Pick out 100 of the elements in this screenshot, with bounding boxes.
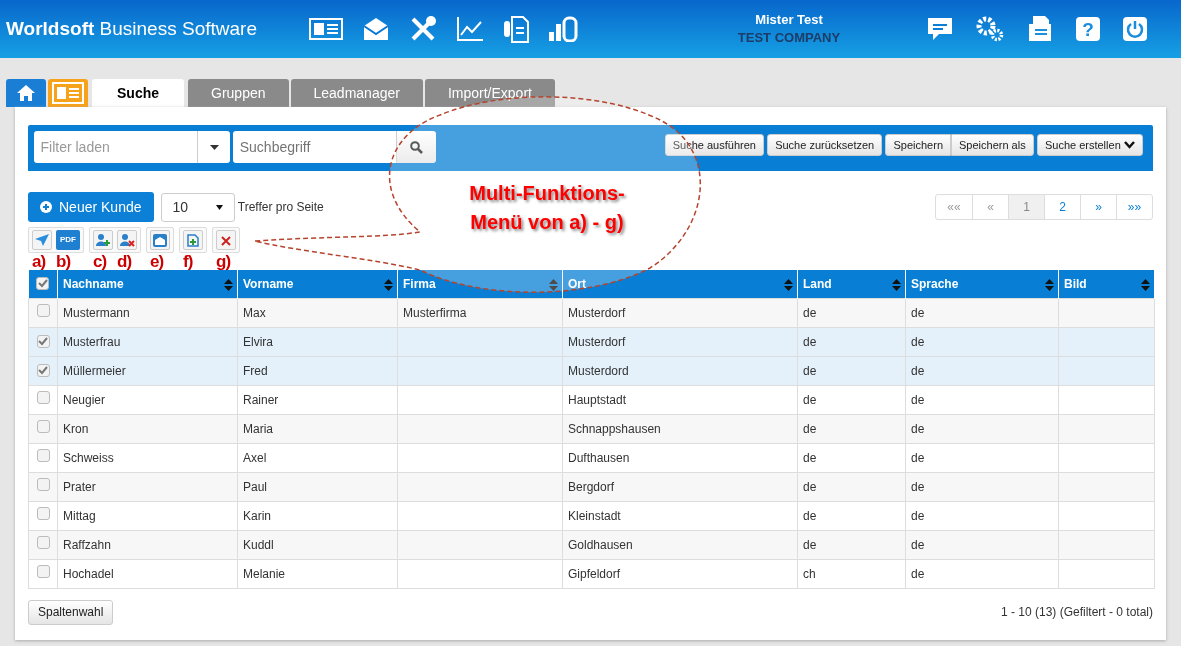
power-icon[interactable] <box>1123 17 1147 41</box>
line-chart-icon[interactable] <box>456 16 484 42</box>
column-chooser-button[interactable]: Spaltenwahl <box>28 599 114 625</box>
table-cell: de <box>803 421 817 436</box>
row-checkbox[interactable] <box>36 564 50 578</box>
bar-chart-icon[interactable] <box>548 16 578 42</box>
sort-icon <box>224 279 233 291</box>
table-cell: Paul <box>243 479 268 494</box>
chat-icon[interactable] <box>927 17 953 41</box>
table-cell: Bergdorf <box>568 479 615 494</box>
table-cell: Karin <box>243 508 271 523</box>
tab[interactable]: Gruppen <box>188 79 289 107</box>
table-cell: de <box>911 363 925 378</box>
contacts-tab[interactable] <box>48 79 88 107</box>
table-cell: de <box>911 537 925 552</box>
new-customer-button[interactable]: Neuer Kunde <box>28 192 154 222</box>
filter-placeholder: Filter laden <box>39 137 111 157</box>
table-cell: de <box>911 305 925 320</box>
chevron-down-icon <box>1124 141 1135 150</box>
row-checkbox[interactable] <box>36 477 50 491</box>
person-add-icon <box>95 232 111 248</box>
column-header[interactable]: Sprache <box>905 270 1059 298</box>
table-cell: ch <box>803 566 816 581</box>
person-add-button[interactable] <box>93 230 113 250</box>
filter-dropdown[interactable]: Filter laden <box>34 131 230 163</box>
column-header[interactable]: Nachname <box>57 270 238 298</box>
annotation-letter: e) <box>150 253 165 270</box>
annotation-letter: g) <box>216 253 232 270</box>
row-checkbox[interactable] <box>36 419 50 433</box>
plus-icon <box>40 201 53 213</box>
tab[interactable]: Leadmanager <box>290 79 423 107</box>
page-link[interactable]: »» <box>1116 195 1152 219</box>
table-cell: de <box>803 392 817 407</box>
row-checkbox[interactable] <box>36 390 50 404</box>
tab[interactable]: Suche <box>92 79 184 107</box>
toolbar-button[interactable]: Speichern <box>885 134 951 157</box>
annotation-letter: f) <box>183 253 194 270</box>
table-cell: de <box>911 392 925 407</box>
table-cell: Gipfeldorf <box>568 566 621 581</box>
table-cell: de <box>803 363 817 378</box>
page-link[interactable]: 2 <box>1044 195 1080 219</box>
table-cell: Mittag <box>63 508 96 523</box>
table-cell: de <box>803 508 817 523</box>
search-icon <box>410 141 424 155</box>
table-cell: Rainer <box>243 392 279 407</box>
row-checkbox[interactable] <box>36 363 50 377</box>
page-size-select[interactable]: 10 <box>160 192 235 222</box>
help-icon[interactable]: ? <box>1076 17 1100 41</box>
row-checkbox[interactable] <box>36 506 50 520</box>
search-button[interactable] <box>396 131 437 163</box>
column-header[interactable]: Firma <box>397 270 563 298</box>
send-button[interactable] <box>32 230 52 250</box>
person-remove-button[interactable] <box>117 230 137 250</box>
table-cell: de <box>911 421 925 436</box>
tab[interactable]: Import/Export <box>424 79 555 107</box>
table-cell: de <box>803 479 817 494</box>
toolbar-button[interactable]: Speichern als <box>951 134 1034 157</box>
table-cell: Neugier <box>63 392 106 407</box>
row-checkbox[interactable] <box>36 448 50 462</box>
search-field[interactable]: Suchbegriff <box>233 131 397 163</box>
user-name: Mister Test <box>754 11 824 29</box>
home-icon <box>16 84 36 102</box>
row-checkbox[interactable] <box>36 334 50 348</box>
table-cell: Axel <box>243 450 267 465</box>
table-cell: Goldhausen <box>568 537 633 552</box>
select-all-checkbox[interactable] <box>36 276 50 290</box>
tools-icon[interactable] <box>409 15 437 43</box>
page-link[interactable]: 1 <box>1008 195 1044 219</box>
table-cell: de <box>803 305 817 320</box>
column-header[interactable]: Bild <box>1058 270 1155 298</box>
table-cell: de <box>911 450 925 465</box>
column-header[interactable]: Ort <box>562 270 798 298</box>
table-cell: de <box>911 479 925 494</box>
column-header[interactable]: Vorname <box>237 270 398 298</box>
toolbar-button[interactable]: Suche erstellen <box>1036 134 1143 157</box>
company-name: TEST COMPANY <box>736 29 842 47</box>
toolbar-button[interactable]: Suche zurücksetzen <box>767 134 883 157</box>
table-cell: de <box>911 508 925 523</box>
sort-icon <box>384 279 393 291</box>
toolbar-button[interactable]: Suche ausführen <box>664 134 764 157</box>
invoice-icon[interactable] <box>503 15 529 43</box>
home-tab[interactable] <box>6 79 46 107</box>
settings-icon[interactable] <box>976 16 1004 42</box>
printer-icon[interactable] <box>1027 15 1053 43</box>
row-checkbox[interactable] <box>36 303 50 317</box>
column-header[interactable]: Land <box>797 270 906 298</box>
annotation-letter: c) <box>93 253 108 270</box>
sort-icon <box>1141 279 1150 291</box>
table-cell: Musterdorf <box>568 334 626 349</box>
table-cell: Musterdord <box>568 363 629 378</box>
contact-card-icon[interactable] <box>309 18 343 40</box>
page-link[interactable]: » <box>1080 195 1116 219</box>
envelope-icon[interactable] <box>362 16 390 42</box>
table-cell: Musterdorf <box>568 305 626 320</box>
table-cell: Müllermeier <box>63 363 126 378</box>
sort-icon <box>784 279 793 291</box>
row-checkbox[interactable] <box>36 535 50 549</box>
sort-icon <box>1045 279 1054 291</box>
table-cell: Musterfirma <box>403 305 467 320</box>
callout-text: Multi-Funktions- <box>468 181 626 206</box>
